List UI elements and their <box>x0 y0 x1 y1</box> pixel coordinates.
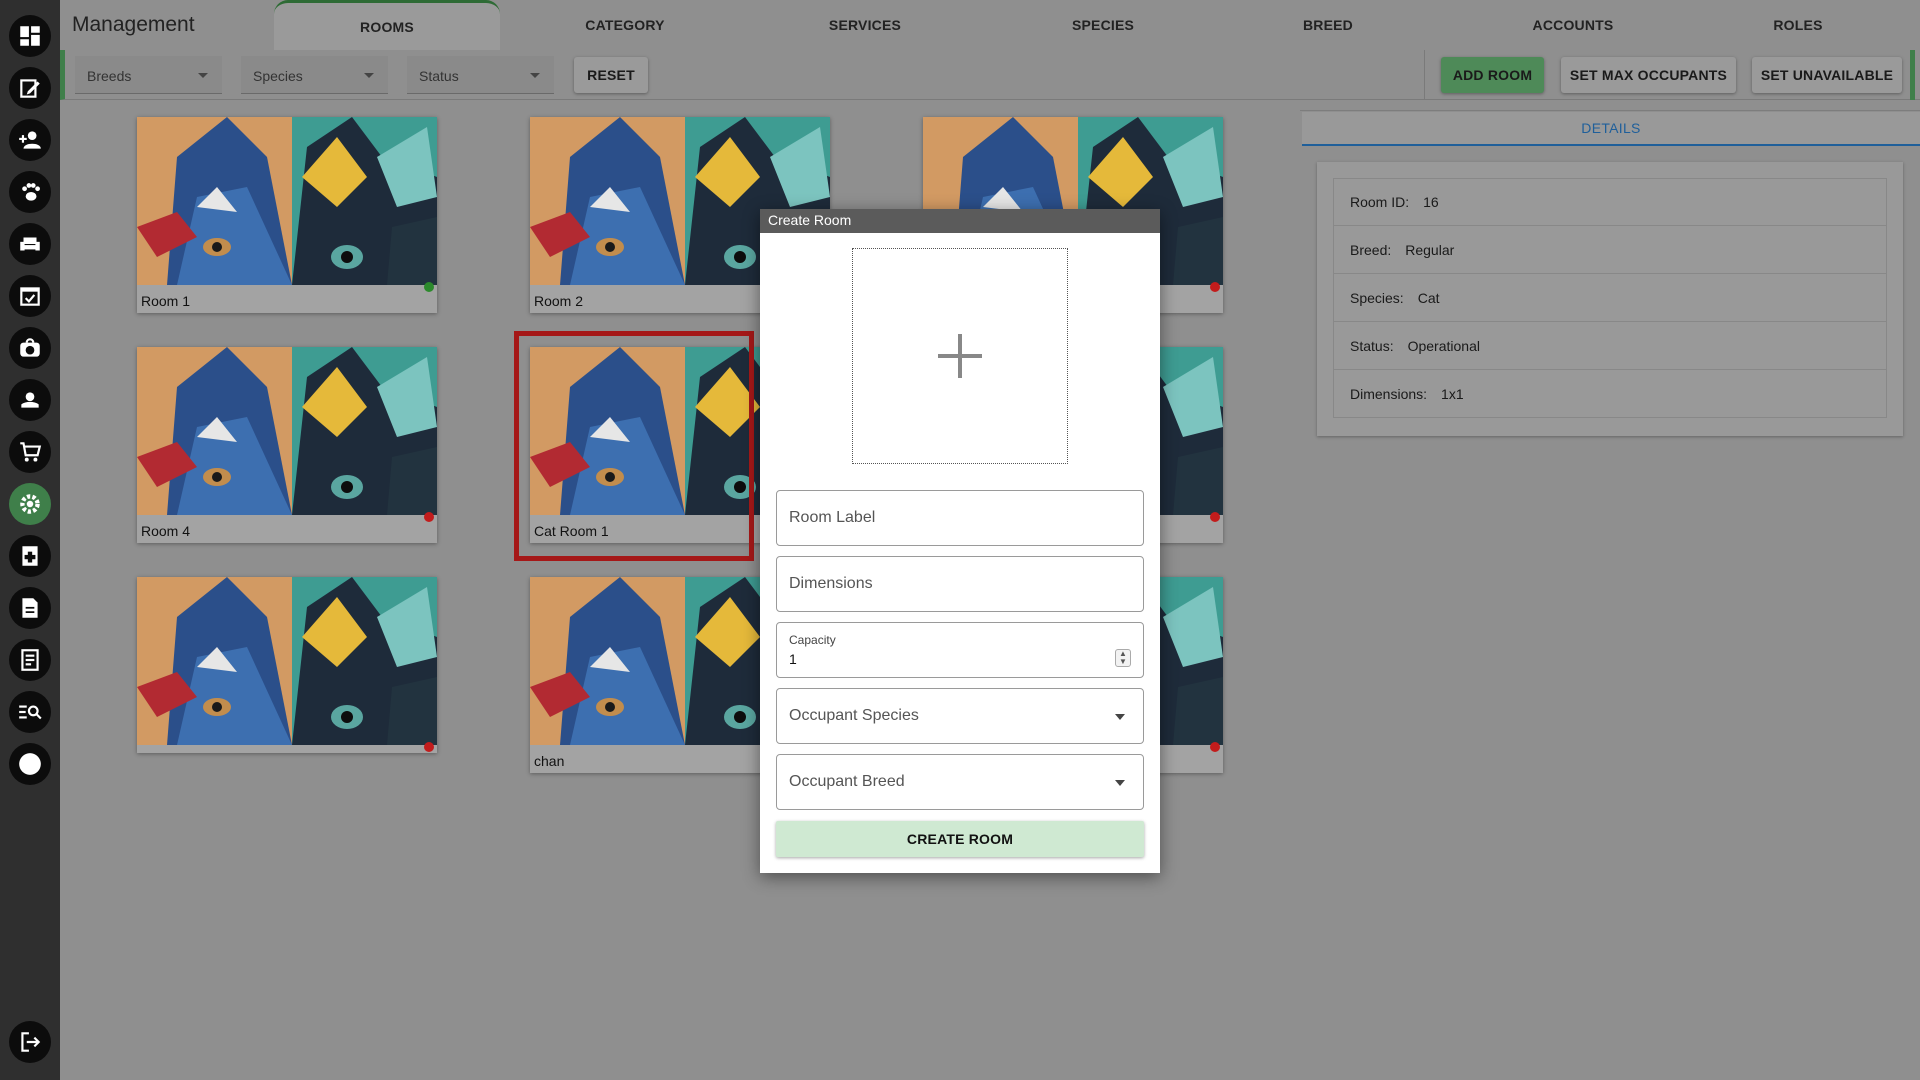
detail-value: Operational <box>1407 337 1480 354</box>
circle-icon[interactable] <box>9 743 51 785</box>
sofa-icon[interactable] <box>9 223 51 265</box>
status-dot <box>1210 512 1220 522</box>
settings-icon[interactable] <box>9 483 51 525</box>
capacity-field[interactable]: Capacity 1 ▲ ▼ <box>776 622 1144 678</box>
chevron-down-icon <box>1115 780 1125 786</box>
pet-carrier-icon[interactable] <box>9 327 51 369</box>
details-card: Room ID: 16 Breed: Regular Species: Cat … <box>1317 162 1903 436</box>
detail-row-species: Species: Cat <box>1333 274 1887 322</box>
chevron-down-icon <box>1115 714 1125 720</box>
create-room-button[interactable]: CREATE ROOM <box>776 821 1144 857</box>
add-room-button[interactable]: ADD ROOM <box>1441 57 1544 93</box>
top-bar: Management ROOMS CATEGORY SERVICES SPECI… <box>60 0 1920 50</box>
room-label-placeholder: Room Label <box>789 509 876 526</box>
dialog-title: Create Room <box>760 209 1160 233</box>
detail-row-breed: Breed: Regular <box>1333 226 1887 274</box>
pet-care-icon[interactable] <box>9 379 51 421</box>
selected-room-highlight <box>514 331 754 561</box>
tab-details[interactable]: DETAILS <box>1302 112 1920 146</box>
tab-roles[interactable]: ROLES <box>1733 0 1863 50</box>
room-image <box>137 347 437 515</box>
logout-icon[interactable] <box>9 1021 51 1063</box>
occupant-species-placeholder: Occupant Species <box>789 707 919 724</box>
edit-icon[interactable] <box>9 67 51 109</box>
page-title: Management <box>72 13 195 36</box>
tab-services[interactable]: SERVICES <box>800 0 930 50</box>
occupant-species-select[interactable]: Occupant Species <box>776 688 1144 744</box>
notes-icon[interactable] <box>9 639 51 681</box>
status-dot <box>424 282 434 292</box>
room-image <box>137 577 437 745</box>
tab-rooms[interactable]: ROOMS <box>274 0 500 50</box>
detail-key: Status: <box>1350 337 1394 354</box>
set-max-occupants-button[interactable]: SET MAX OCCUPANTS <box>1561 57 1736 93</box>
status-filter-select[interactable]: Status <box>407 56 554 94</box>
tab-breed[interactable]: BREED <box>1263 0 1393 50</box>
breeds-filter-label: Breeds <box>87 68 132 84</box>
detail-value: 1x1 <box>1441 385 1464 402</box>
status-dot <box>1210 742 1220 752</box>
room-label: Room 4 <box>141 523 191 539</box>
room-actions: ADD ROOM SET MAX OCCUPANTS SET UNAVAILAB… <box>1424 50 1915 100</box>
search-list-icon[interactable] <box>9 691 51 733</box>
chevron-down-icon <box>530 73 540 78</box>
dimensions-field[interactable]: Dimensions <box>776 556 1144 612</box>
occupant-breed-select[interactable]: Occupant Breed <box>776 754 1144 810</box>
species-filter-label: Species <box>253 68 303 84</box>
detail-row-dimensions: Dimensions: 1x1 <box>1333 370 1887 418</box>
tab-accounts[interactable]: ACCOUNTS <box>1498 0 1648 50</box>
detail-value: Cat <box>1417 289 1440 306</box>
tab-species[interactable]: SPECIES <box>1038 0 1168 50</box>
status-dot <box>1210 282 1220 292</box>
dimensions-placeholder: Dimensions <box>789 575 873 592</box>
room-label: Room 1 <box>141 293 191 309</box>
status-dot <box>424 512 434 522</box>
detail-key: Room ID: <box>1350 194 1410 210</box>
calendar-check-icon[interactable] <box>9 275 51 317</box>
room-card[interactable]: Room 1 <box>137 117 437 313</box>
species-filter-select[interactable]: Species <box>241 56 388 94</box>
document-icon[interactable] <box>9 587 51 629</box>
breeds-filter-select[interactable]: Breeds <box>75 56 222 94</box>
detail-key: Breed: <box>1350 241 1392 258</box>
detail-key: Species: <box>1350 289 1404 306</box>
medical-file-icon[interactable] <box>9 535 51 577</box>
room-card[interactable] <box>137 577 437 753</box>
chevron-down-icon <box>198 73 208 78</box>
status-filter-label: Status <box>419 68 459 84</box>
create-room-dialog: Create Room Room Label Dimensions Capaci… <box>760 209 1160 873</box>
chevron-down-icon <box>364 73 374 78</box>
left-sidebar <box>0 0 60 1080</box>
dashboard-icon[interactable] <box>9 15 51 57</box>
capacity-label: Capacity <box>789 633 836 647</box>
image-upload-dropzone[interactable] <box>852 248 1068 464</box>
plus-icon <box>938 334 982 378</box>
room-image <box>137 117 437 285</box>
status-dot <box>424 742 434 752</box>
detail-value: Regular <box>1405 241 1455 258</box>
set-unavailable-button[interactable]: SET UNAVAILABLE <box>1752 57 1902 93</box>
capacity-value: 1 <box>789 651 797 667</box>
detail-row-room-id: Room ID: 16 <box>1333 178 1887 226</box>
tab-category[interactable]: CATEGORY <box>560 0 690 50</box>
room-card[interactable]: Room 4 <box>137 347 437 543</box>
room-label <box>137 745 437 753</box>
room-label-field[interactable]: Room Label <box>776 490 1144 546</box>
detail-value: 16 <box>1423 194 1439 210</box>
add-user-icon[interactable] <box>9 119 51 161</box>
capacity-stepper[interactable]: ▲ ▼ <box>1115 649 1131 667</box>
cart-icon[interactable] <box>9 431 51 473</box>
reset-button[interactable]: RESET <box>574 57 648 93</box>
paw-icon[interactable] <box>9 171 51 213</box>
occupant-breed-placeholder: Occupant Breed <box>789 773 905 790</box>
detail-key: Dimensions: <box>1350 385 1428 402</box>
detail-row-status: Status: Operational <box>1333 322 1887 370</box>
